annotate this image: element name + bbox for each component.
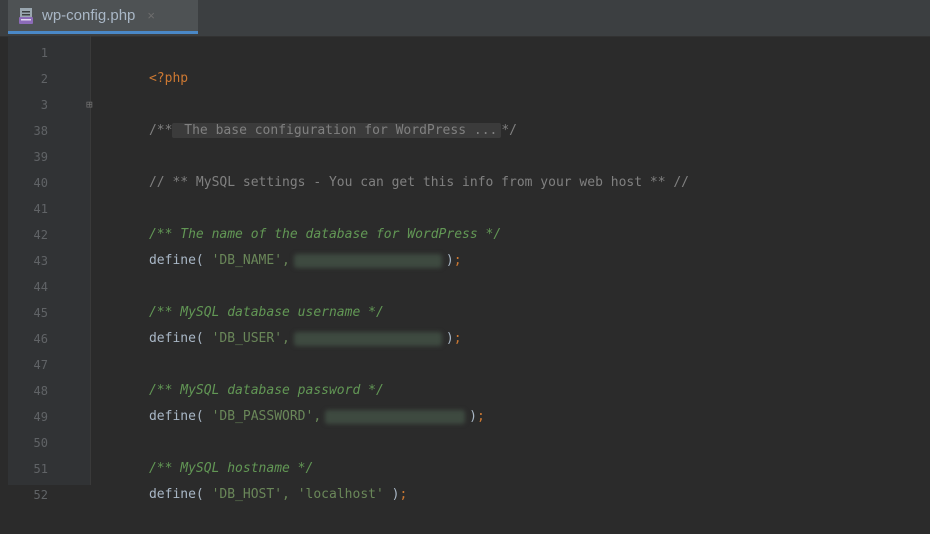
line-number: 48	[33, 384, 48, 398]
line-number: 42	[33, 228, 48, 242]
code-line-db-user: define( 'DB_USER',);	[102, 300, 462, 346]
redacted-value	[293, 253, 442, 268]
line-number: 50	[33, 436, 48, 450]
code-line-db-password: define( 'DB_PASSWORD',);	[102, 378, 485, 424]
fold-start: /**	[148, 123, 173, 138]
close-paren: )	[445, 253, 454, 268]
define-keyword: define(	[148, 409, 204, 424]
php-open-tag: <?php	[148, 71, 189, 86]
editor-window: wp-config.php × 1 2 3 38 39 40 41 42 43 …	[0, 0, 930, 502]
fold-end: */	[501, 123, 518, 138]
comment-text: // ** MySQL settings - You can get this …	[148, 175, 690, 190]
code-line-db-host-comment: /** MySQL hostname */	[102, 430, 313, 476]
code-line-settings-comment: // ** MySQL settings - You can get this …	[102, 144, 689, 190]
close-paren: )	[391, 487, 400, 502]
redacted-value	[293, 331, 442, 346]
line-number: 40	[33, 176, 48, 190]
code-line-db-user-comment: /** MySQL database username */	[102, 274, 384, 320]
semicolon: ;	[453, 253, 462, 268]
string-literal: 'DB_HOST',	[211, 487, 290, 502]
define-keyword: define(	[148, 253, 204, 268]
code-line-db-name: define( 'DB_NAME',);	[102, 222, 462, 268]
define-keyword: define(	[148, 487, 204, 502]
fold-toggle-icon[interactable]: ⊞	[86, 99, 96, 110]
line-number: 46	[33, 332, 48, 346]
collapsed-region[interactable]: The base configuration for WordPress ...	[172, 123, 502, 138]
line-number: 49	[33, 410, 48, 424]
line-number: 45	[33, 306, 48, 320]
code-line-db-name-comment: /** The name of the database for WordPre…	[102, 196, 501, 242]
semicolon: ;	[477, 409, 485, 424]
line-number: 43	[33, 254, 48, 268]
code-line-db-host: define( 'DB_HOST', 'localhost' );	[102, 456, 407, 502]
line-number: 44	[33, 280, 48, 294]
tab-label: wp-config.php	[42, 7, 136, 24]
code-editor[interactable]: 1 2 3 38 39 40 41 42 43 44 45 46 47 48 4…	[0, 36, 930, 502]
string-literal: 'DB_NAME',	[211, 253, 290, 268]
string-literal: 'DB_PASSWORD',	[211, 409, 322, 424]
string-literal: 'DB_USER',	[211, 331, 290, 346]
redacted-value	[325, 409, 466, 424]
line-number: 2	[40, 72, 48, 86]
line-number: 39	[33, 150, 48, 164]
code-line-db-password-comment: /** MySQL database password */	[102, 352, 384, 398]
line-number: 1	[40, 46, 48, 60]
close-paren: )	[469, 409, 477, 424]
tab-bar: wp-config.php ×	[0, 0, 930, 37]
code-line-php-open: <?php	[102, 40, 188, 86]
code-line-fold: /** The base configuration for WordPress…	[102, 92, 517, 138]
line-number: 38	[33, 124, 48, 138]
line-number: 51	[33, 462, 48, 476]
line-number: 41	[33, 202, 48, 216]
line-number: 52	[33, 488, 48, 502]
tab-wp-config[interactable]: wp-config.php ×	[8, 0, 198, 34]
define-keyword: define(	[148, 331, 204, 346]
php-file-icon	[18, 7, 36, 25]
semicolon: ;	[399, 487, 408, 502]
string-literal: 'localhost'	[297, 487, 384, 502]
close-paren: )	[445, 331, 454, 346]
line-number: 47	[33, 358, 48, 372]
line-number: 3	[40, 98, 48, 112]
semicolon: ;	[453, 331, 462, 346]
close-icon[interactable]: ×	[147, 8, 155, 23]
line-number-gutter: 1 2 3 38 39 40 41 42 43 44 45 46 47 48 4…	[8, 36, 91, 502]
